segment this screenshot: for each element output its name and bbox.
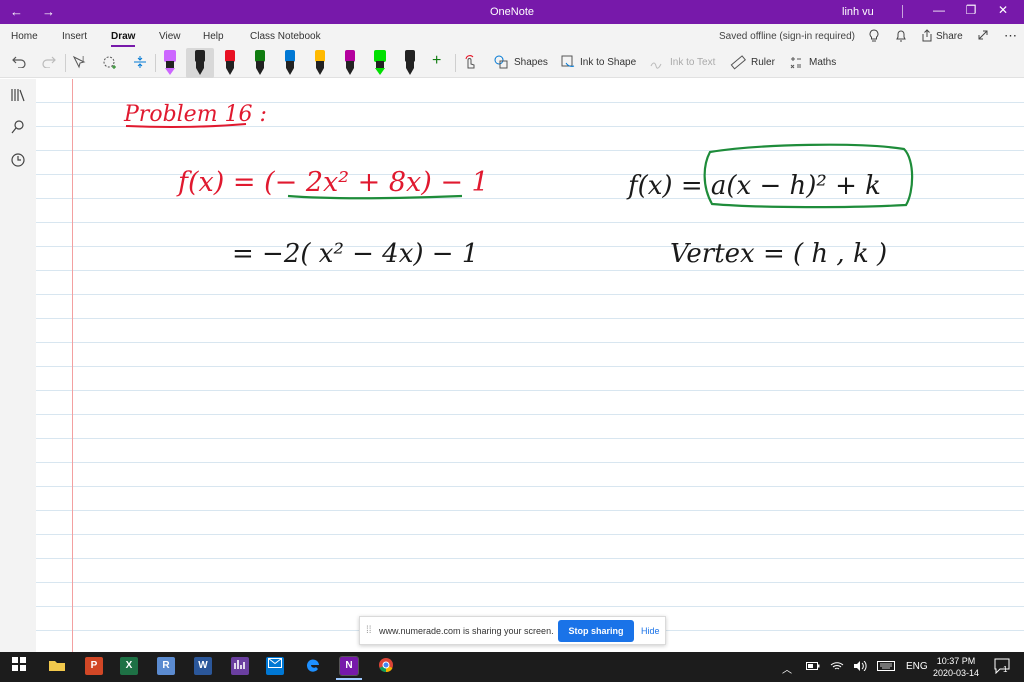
tray-overflow-icon[interactable]: ︿: [782, 661, 792, 676]
mail-icon[interactable]: [266, 657, 284, 675]
drag-handle-icon[interactable]: ⁞⁞: [366, 625, 372, 636]
stop-sharing-button[interactable]: Stop sharing: [558, 620, 634, 642]
system-clock[interactable]: 10:37 PM 2020-03-14: [930, 655, 982, 679]
notifications-icon[interactable]: 1: [994, 658, 1012, 677]
stats-app-icon[interactable]: [231, 657, 249, 675]
ink-line-2: = −2( x² − 4x) − 1: [232, 239, 478, 269]
powerpoint-icon[interactable]: P: [85, 657, 103, 675]
keyboard-icon[interactable]: [877, 661, 895, 674]
notification-count: 1: [1003, 665, 1008, 674]
onenote-window: ← → OneNote linh vu — ❐ ✕ Home Insert Dr…: [0, 0, 1024, 682]
chrome-icon[interactable]: [377, 657, 395, 675]
excel-icon[interactable]: X: [120, 657, 138, 675]
svg-text:= −2( x² − 4x) − 1: = −2( x² − 4x) − 1: [232, 239, 478, 269]
language-indicator[interactable]: ENG: [906, 661, 928, 672]
clock-time: 10:37 PM: [936, 656, 976, 666]
edge-icon[interactable]: [304, 657, 322, 675]
share-message: www.numerade.com is sharing your screen.: [379, 626, 554, 636]
wifi-icon[interactable]: [830, 661, 844, 674]
clock-date: 2020-03-14: [932, 668, 980, 678]
battery-icon[interactable]: [806, 661, 820, 674]
r-icon[interactable]: R: [157, 657, 175, 675]
volume-icon[interactable]: [853, 660, 867, 674]
ink-vertex: Vertex = ( h , k ): [670, 239, 887, 269]
svg-text:f(x) = a(x − h)² + k: f(x) = a(x − h)² + k: [626, 171, 881, 201]
word-icon[interactable]: W: [194, 657, 212, 675]
active-app-indicator: [336, 678, 362, 680]
start-icon[interactable]: [10, 657, 28, 675]
svg-text:f(x) = (− 2x² + 8x) − 1: f(x) = (− 2x² + 8x) − 1: [176, 167, 489, 198]
ink-line-1: f(x) = (− 2x² + 8x) − 1: [176, 167, 489, 200]
ink-layer: Problem 16 : f(x) = (− 2x² + 8x) − 1 = −…: [123, 102, 914, 269]
windows-taskbar: PX R W N ︿ ENG 10:37 PM 2020-03-14 1: [0, 652, 1024, 682]
svg-text:Vertex = ( h , k ): Vertex = ( h , k ): [670, 239, 887, 269]
ink-problem-heading: Problem 16 :: [123, 102, 267, 129]
ink-vertex-form: f(x) = a(x − h)² + k: [626, 143, 914, 209]
hide-button[interactable]: Hide: [641, 626, 660, 636]
screen-share-banner: ⁞⁞ www.numerade.com is sharing your scre…: [359, 616, 666, 645]
onenote-icon[interactable]: N: [336, 656, 362, 680]
file-explorer-icon[interactable]: [48, 657, 66, 675]
